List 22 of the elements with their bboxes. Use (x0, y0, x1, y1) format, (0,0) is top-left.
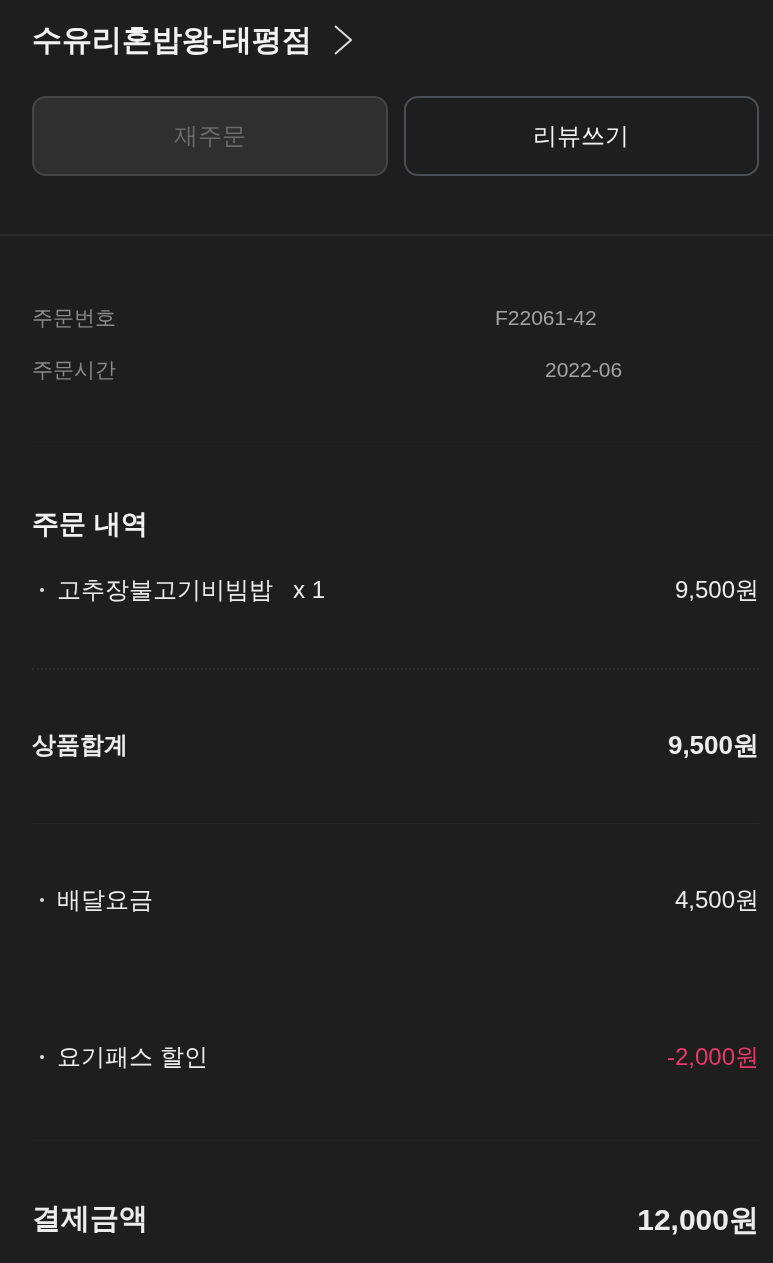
bullet-icon (40, 1055, 44, 1059)
write-review-button[interactable]: 리뷰쓰기 (403, 96, 759, 176)
store-name-link[interactable]: 수유리혼밥왕-태평점 (32, 20, 312, 60)
charge-label: 배달요금 (57, 885, 153, 915)
charge-label: 요기패스 할인 (57, 1042, 208, 1072)
total-label: 결제금액 (32, 1201, 148, 1237)
discount-amount: -2,000원 (666, 1042, 759, 1072)
info-label: 주문번호 (32, 305, 117, 332)
item-quantity: x 1 (293, 575, 325, 605)
charge-amount: 4,500원 (674, 885, 759, 915)
subtotal-amount: 9,500원 (667, 728, 759, 762)
subtotal-label: 상품합계 (32, 730, 128, 760)
item-name: 고추장불고기비빔밥 (57, 575, 273, 605)
chevron-right-icon[interactable] (334, 25, 352, 55)
section-title: 주문 내역 (32, 508, 149, 541)
info-value: 2022-06 (544, 357, 623, 384)
total-amount: 12,000원 (637, 1201, 759, 1238)
bullet-icon (40, 898, 44, 902)
info-value: F22061-42 (495, 305, 597, 332)
item-price: 9,500원 (674, 575, 759, 605)
info-label: 주문시간 (32, 357, 117, 384)
bullet-icon (40, 588, 44, 592)
